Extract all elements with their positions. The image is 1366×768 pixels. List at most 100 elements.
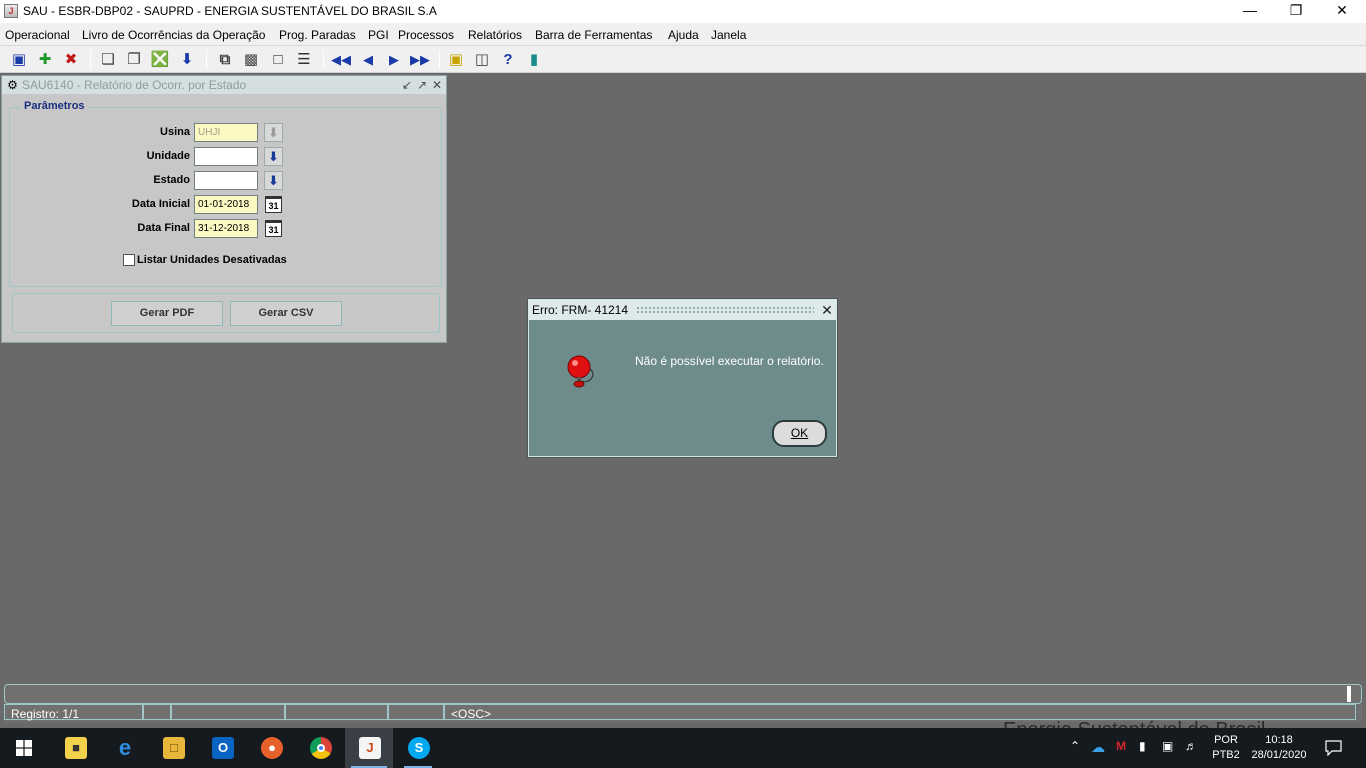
dialog-title-bar: Erro: FRM- 41214 ✕ xyxy=(529,300,836,320)
status-mode-cell: <OSC> xyxy=(444,704,1356,721)
onedrive-icon[interactable]: ☁ xyxy=(1091,739,1105,756)
report-form-window: ⚙ SAU6140 - Relatório de Ocorr. por Esta… xyxy=(1,75,447,343)
form-app-icon: ⚙ xyxy=(7,78,18,92)
menu-processos[interactable]: Processos xyxy=(398,28,454,42)
next-record-icon[interactable]: ▶ xyxy=(384,50,404,70)
keyboard-layout: PTB2 xyxy=(1212,749,1240,761)
query-icon[interactable]: ❏ xyxy=(98,50,118,70)
dialog-close-button[interactable]: ✕ xyxy=(819,301,835,319)
notifications-icon[interactable] xyxy=(1325,740,1342,756)
chrome-icon[interactable] xyxy=(296,728,344,768)
first-record-icon[interactable]: ◀◀ xyxy=(331,50,351,70)
minimize-button[interactable]: — xyxy=(1227,0,1273,22)
menu-janela[interactable]: Janela xyxy=(711,28,746,42)
skype-icon[interactable]: S xyxy=(394,728,442,768)
menu-pgi[interactable]: PGI xyxy=(368,28,389,42)
volume-icon[interactable]: ♬ xyxy=(1185,739,1197,753)
data-final-label: Data Final xyxy=(137,222,190,234)
form-close-button[interactable]: ✕ xyxy=(430,77,444,93)
status-cell xyxy=(388,704,444,720)
taskbar: ■ e □ O ● J S ⌃ ☁ M ▮ ▣ ♬ POR PTB2 10:18… xyxy=(0,728,1366,768)
listar-desativadas-label: Listar Unidades Desativadas xyxy=(137,254,287,266)
unidade-field[interactable] xyxy=(194,147,258,166)
menu-barra-ferramentas[interactable]: Barra de Ferramentas xyxy=(535,28,652,42)
listar-desativadas-checkbox[interactable] xyxy=(123,254,135,266)
data-inicial-field[interactable]: 01-01-2018 xyxy=(194,195,258,214)
save-icon[interactable]: ▣ xyxy=(9,50,29,70)
ok-button-label: OK xyxy=(790,426,809,440)
last-record-icon[interactable]: ▶▶ xyxy=(410,50,430,70)
alarm-bell-icon xyxy=(567,355,594,388)
unidade-lov-button[interactable]: ⬇ xyxy=(264,147,283,166)
firefox-icon[interactable]: ● xyxy=(247,728,295,768)
paste-icon[interactable]: ▩ xyxy=(241,50,261,70)
edit-icon[interactable]: □ xyxy=(268,50,288,70)
outlook-icon[interactable]: O xyxy=(198,728,246,768)
language-indicator[interactable]: POR PTB2 xyxy=(1210,733,1242,763)
file-explorer-icon[interactable]: □ xyxy=(149,728,197,768)
data-inicial-label: Data Inicial xyxy=(131,198,190,210)
menu-operacional[interactable]: Operacional xyxy=(5,28,70,42)
status-cell xyxy=(171,704,285,720)
calendar-icon[interactable]: 31 xyxy=(265,220,282,237)
form-title-bar: ⚙ SAU6140 - Relatório de Ocorr. por Esta… xyxy=(2,76,446,94)
clock-date: 28/01/2020 xyxy=(1251,749,1307,761)
form-minimize-button[interactable]: ↙ xyxy=(400,77,414,93)
exit-icon[interactable]: ▮ xyxy=(524,50,544,70)
status-record-cell: Registro: 1/1 xyxy=(4,704,143,721)
ok-button[interactable]: OK xyxy=(772,420,827,447)
gerar-pdf-button[interactable]: Gerar PDF xyxy=(111,301,223,326)
close-window-button[interactable]: ✕ xyxy=(1319,0,1365,22)
status-cell xyxy=(285,704,388,720)
java-icon[interactable]: J xyxy=(345,728,393,768)
mcafee-icon[interactable]: M xyxy=(1116,739,1126,753)
clock[interactable]: 10:18 28/01/2020 xyxy=(1244,733,1314,763)
menu-prog-paradas[interactable]: Prog. Paradas xyxy=(279,28,356,42)
help-icon[interactable]: ? xyxy=(498,50,518,70)
insert-record-icon[interactable]: ✚ xyxy=(35,50,55,70)
dialog-message: Não é possível executar o relatório. xyxy=(635,354,824,368)
record-indicator: Registro: 1/1 xyxy=(11,707,80,721)
unidade-label: Unidade xyxy=(146,150,190,162)
menu-bar: Operacional Livro de Ocorrências da Oper… xyxy=(0,23,1366,46)
status-cell xyxy=(143,704,171,720)
usina-label: Usina xyxy=(160,126,190,138)
lock-icon[interactable]: ▣ xyxy=(446,50,466,70)
data-final-field[interactable]: 31-12-2018 xyxy=(194,219,258,238)
list-icon[interactable]: ☰ xyxy=(294,50,314,70)
estado-field[interactable] xyxy=(194,171,258,190)
copy-icon[interactable]: ⧉ xyxy=(215,50,235,70)
windows-start-icon[interactable] xyxy=(16,740,32,756)
estado-label: Estado xyxy=(153,174,190,186)
download-icon[interactable]: ⬇ xyxy=(177,50,197,70)
mdi-scrollbar[interactable] xyxy=(1350,73,1366,685)
sticky-notes-icon[interactable]: ■ xyxy=(51,728,99,768)
delete-record-icon[interactable]: ✖ xyxy=(61,50,81,70)
usina-lov-button[interactable]: ⬇ xyxy=(264,123,283,142)
print-icon[interactable]: ◫ xyxy=(472,50,492,70)
message-line-edge xyxy=(1347,686,1351,702)
menu-livro-ocorrencias[interactable]: Livro de Ocorrências da Operação xyxy=(82,28,265,42)
buttons-frame xyxy=(12,293,440,333)
execute-query-icon[interactable]: ❐ xyxy=(124,50,144,70)
cancel-query-icon[interactable]: ❎ xyxy=(150,50,170,70)
window-title-bar: J SAU - ESBR-DBP02 - SAUPRD - ENERGIA SU… xyxy=(0,0,1366,23)
gerar-csv-button[interactable]: Gerar CSV xyxy=(230,301,342,326)
restore-button[interactable]: ❐ xyxy=(1273,0,1319,22)
java-app-icon: J xyxy=(4,4,18,18)
estado-lov-button[interactable]: ⬇ xyxy=(264,171,283,190)
previous-record-icon[interactable]: ◀ xyxy=(358,50,378,70)
chevron-up-icon[interactable]: ⌃ xyxy=(1070,739,1080,753)
menu-ajuda[interactable]: Ajuda xyxy=(668,28,699,42)
dialog-title: Erro: FRM- 41214 xyxy=(532,303,629,317)
form-maximize-button[interactable]: ↗ xyxy=(415,77,429,93)
form-title: SAU6140 - Relatório de Ocorr. por Estado xyxy=(22,78,247,92)
internet-explorer-icon[interactable]: e xyxy=(100,728,148,768)
network-icon[interactable]: ▣ xyxy=(1162,739,1173,753)
language-code: POR xyxy=(1214,734,1238,746)
battery-icon[interactable]: ▮ xyxy=(1139,739,1146,753)
menu-relatorios[interactable]: Relatórios xyxy=(468,28,522,42)
calendar-icon[interactable]: 31 xyxy=(265,196,282,213)
message-line xyxy=(4,684,1362,704)
usina-field[interactable]: UHJI xyxy=(194,123,258,142)
